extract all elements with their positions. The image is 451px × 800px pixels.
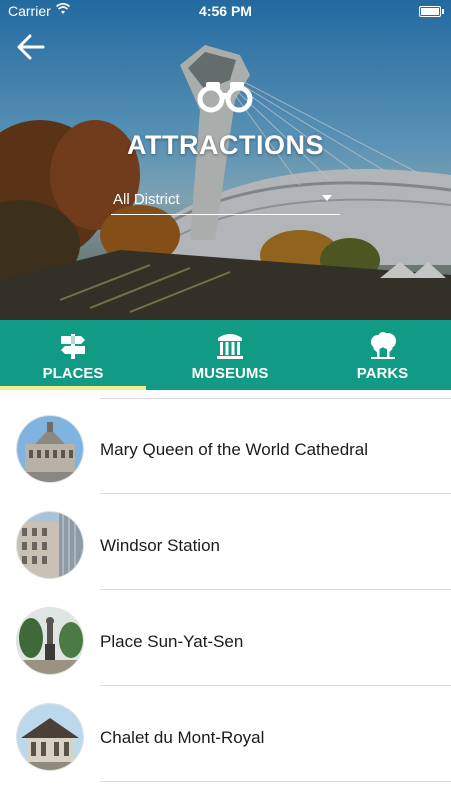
- binoculars-icon: [197, 82, 253, 113]
- list-item[interactable]: Windsor Station: [0, 486, 451, 590]
- header-hero: Carrier 4:56 PM ATTRACTIONS All District: [0, 0, 451, 320]
- status-bar: Carrier 4:56 PM: [0, 0, 451, 22]
- tab-places[interactable]: PLACES: [0, 320, 146, 390]
- district-dropdown[interactable]: All District: [111, 186, 340, 215]
- station-photo: [17, 512, 83, 578]
- place-name: Chalet du Mont-Royal: [100, 728, 265, 747]
- place-thumbnail: [17, 416, 83, 482]
- list-item[interactable]: Chalet du Mont-Royal: [0, 678, 451, 782]
- cathedral-photo: [17, 416, 83, 482]
- place-thumbnail: [17, 512, 83, 578]
- tab-museums-label: MUSEUMS: [191, 365, 269, 382]
- places-list: Mary Queen of the World Cathedral Windso…: [0, 390, 451, 800]
- page-title: ATTRACTIONS: [127, 130, 324, 160]
- place-name: Windsor Station: [100, 536, 220, 555]
- place-thumbnail: [17, 704, 83, 770]
- signpost-icon: [61, 334, 85, 359]
- place-name: Place Sun-Yat-Sen: [100, 632, 244, 651]
- list-item[interactable]: Place Sun-Yat-Sen: [0, 582, 451, 686]
- list-item[interactable]: Mary Queen of the World Cathedral: [0, 390, 451, 494]
- tab-parks-label: PARKS: [356, 365, 409, 382]
- museum-columns-icon: [217, 334, 243, 359]
- battery-icon: [419, 6, 444, 17]
- chalet-photo: [17, 704, 83, 770]
- tab-museums[interactable]: MUSEUMS: [146, 320, 314, 390]
- place-name: Mary Queen of the World Cathedral: [100, 440, 369, 459]
- dropdown-caret-icon: [322, 195, 332, 201]
- place-thumbnail: [17, 608, 83, 674]
- trees-icon: [371, 332, 396, 359]
- tab-places-label: PLACES: [42, 365, 104, 382]
- divider: [100, 781, 451, 782]
- clock: 4:56 PM: [199, 3, 252, 19]
- back-arrow-icon[interactable]: [14, 30, 48, 64]
- district-selected-value: All District: [113, 191, 180, 208]
- tab-parks[interactable]: PARKS: [314, 320, 451, 390]
- sun-yat-sen-photo: [17, 608, 83, 674]
- category-tabs: PLACES MUSEUMS PARKS: [0, 320, 451, 390]
